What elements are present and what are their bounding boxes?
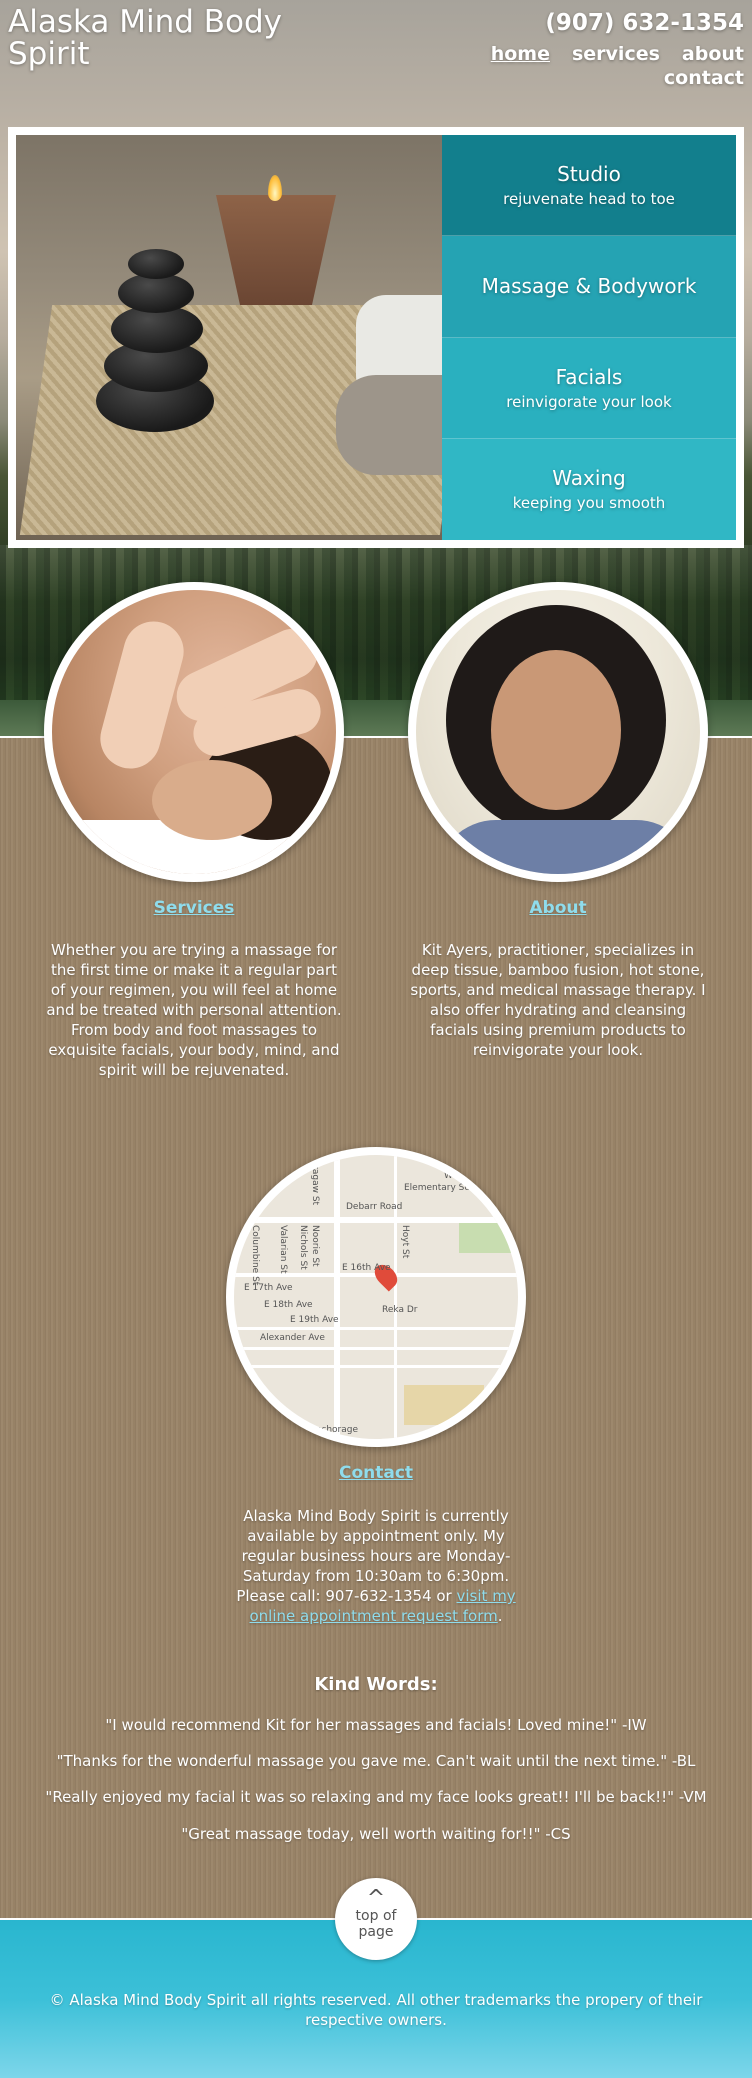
location-map[interactable]: Debarr Road Bragaw St Elementary School … [226, 1147, 526, 1447]
candle-image [216, 195, 336, 305]
hero-item-studio[interactable]: Studio rejuvenate head to toe [442, 135, 736, 237]
contact-heading[interactable]: Contact [226, 1463, 526, 1483]
phone-number[interactable]: (907) 632-1354 [545, 10, 744, 36]
hero-item-facials[interactable]: Facials reinvigorate your look [442, 337, 736, 439]
nav-services[interactable]: services [572, 42, 660, 66]
hero-menu: Studio rejuvenate head to toe Massage & … [442, 135, 736, 540]
about-text: Kit Ayers, practitioner, specializes in … [410, 941, 706, 1059]
hero-banner: Studio rejuvenate head to toe Massage & … [8, 127, 744, 548]
about-heading[interactable]: About [408, 898, 708, 918]
testimonial-item: "I would recommend Kit for her massages … [105, 1716, 647, 1734]
kind-words-heading: Kind Words: [314, 1674, 438, 1695]
site-title[interactable]: Alaska Mind Body Spirit [8, 6, 308, 70]
testimonial-item: "Really enjoyed my facial it was so rela… [45, 1788, 707, 1806]
nav-about[interactable]: about [682, 42, 744, 66]
chevron-up-icon: ^ [366, 1886, 386, 1911]
hero-item-waxing[interactable]: Waxing keeping you smooth [442, 438, 736, 540]
nav-home[interactable]: home [491, 42, 550, 66]
about-photo[interactable] [408, 582, 708, 882]
testimonial-item: "Great massage today, well worth waiting… [181, 1825, 571, 1843]
testimonial-item: "Thanks for the wonderful massage you ga… [56, 1752, 696, 1770]
main-nav: home services about contact [464, 42, 744, 90]
contact-text: Alaska Mind Body Spirit is currently ava… [236, 1507, 516, 1625]
top-of-page-button[interactable]: ^ top of page [335, 1878, 417, 1960]
spa-stones-photo [16, 135, 442, 540]
services-photo[interactable] [44, 582, 344, 882]
nav-contact[interactable]: contact [664, 66, 744, 90]
services-text: Whether you are trying a massage for the… [46, 941, 342, 1079]
hero-item-massage[interactable]: Massage & Bodywork [442, 236, 736, 338]
footer-copyright: © Alaska Mind Body Spirit all rights res… [49, 1991, 703, 2029]
flame-image [268, 175, 282, 201]
services-heading[interactable]: Services [44, 898, 344, 918]
